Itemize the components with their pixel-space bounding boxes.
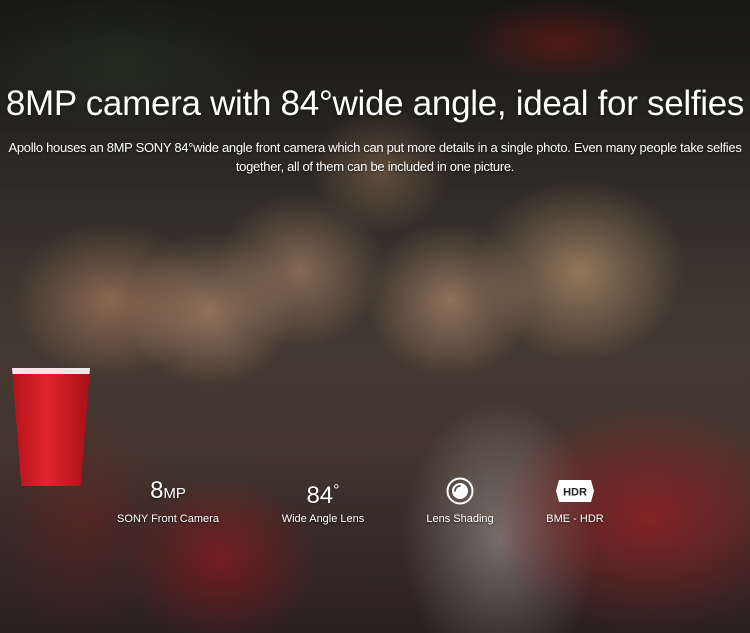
feature-hdr: HDR BME - HDR [500, 476, 650, 526]
feature-label: BME - HDR [546, 513, 604, 525]
hdr-icon-text: HDR [563, 487, 587, 499]
megapixel-unit: MP [163, 485, 186, 502]
feature-wide-angle: 84° Wide Angle Lens [248, 476, 398, 526]
feature-label: Wide Angle Lens [281, 513, 365, 525]
angle-number: 84 [306, 482, 334, 509]
selfie-camera-banner: 8MP camera with 84°wide angle, ideal for… [0, 0, 750, 633]
feature-front-camera: 8MP SONY Front Camera [93, 476, 243, 526]
hdr-icon: HDR [500, 476, 650, 506]
megapixel-value: 8MP [93, 476, 243, 506]
angle-unit: ° [333, 482, 340, 499]
megapixel-number: 8 [150, 477, 164, 504]
feature-label: SONY Front Camera [117, 513, 219, 525]
headline: 8MP camera with 84°wide angle, ideal for… [5, 84, 745, 123]
description: Apollo houses an 8MP SONY 84°wide angle … [8, 140, 742, 174]
red-cup-image [12, 368, 90, 486]
angle-value: 84° [248, 476, 398, 509]
feature-list: 8MP SONY Front Camera 84° Wide Angle Len… [0, 476, 750, 536]
